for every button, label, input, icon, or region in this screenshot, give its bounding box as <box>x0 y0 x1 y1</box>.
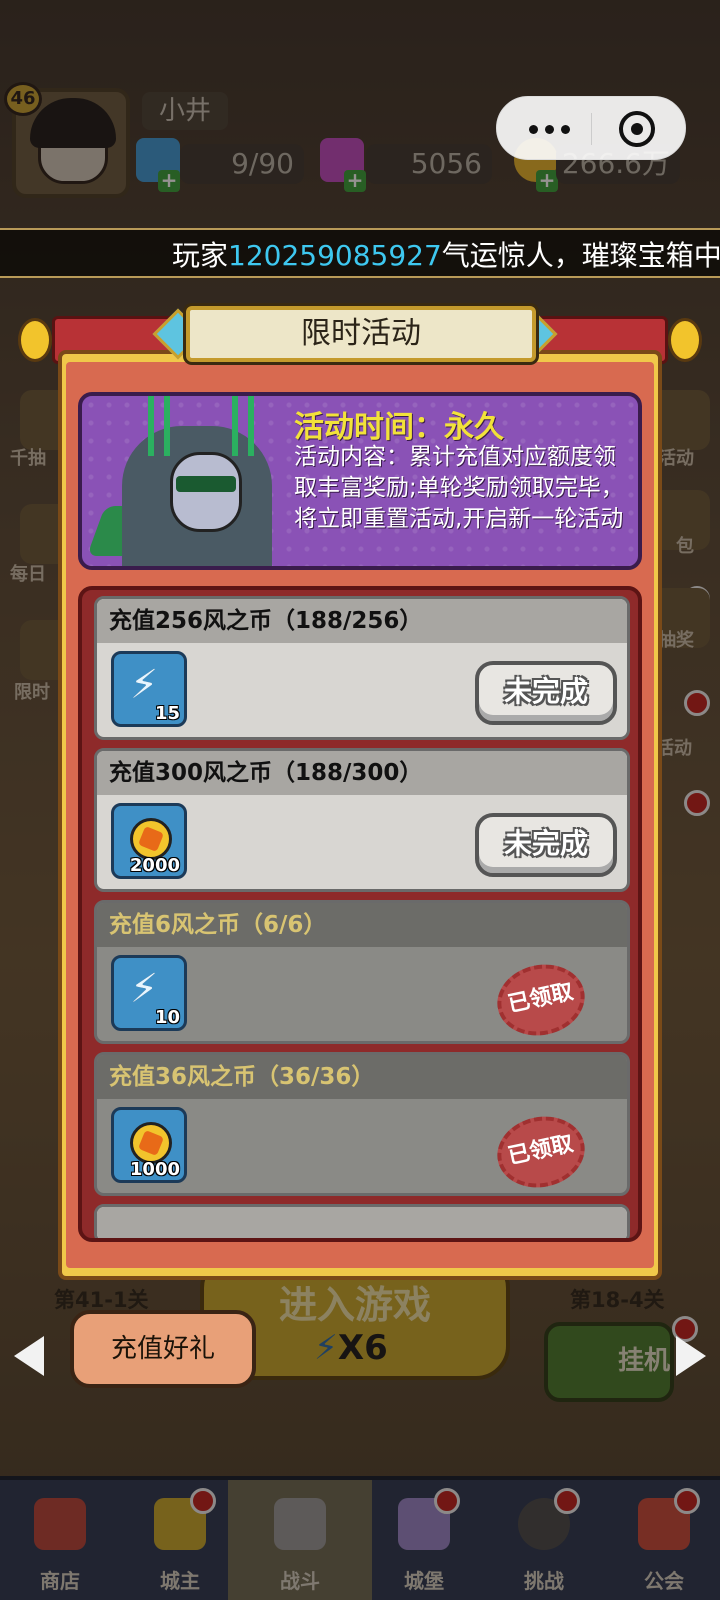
status-incomplete-button[interactable]: 未完成 <box>475 813 617 877</box>
modal-title: 限时活动 <box>186 306 536 362</box>
claimed-stamp: 已领取 <box>490 1108 592 1193</box>
task-title: 充值36风之币（36/36） <box>109 1064 375 1090</box>
close-miniprogram-icon[interactable] <box>619 111 655 147</box>
arrow-right-icon[interactable] <box>676 1336 706 1376</box>
capsule-divider <box>591 113 592 145</box>
hero-mask <box>176 476 236 492</box>
hero-face <box>170 452 242 532</box>
task-row: 充值36风之币（36/36） 1000 已领取 <box>94 1052 630 1196</box>
reward-slot[interactable]: 2000 <box>111 803 187 879</box>
task-header <box>97 1207 627 1238</box>
marquee-prefix: 玩家 <box>172 239 229 272</box>
reward-slot[interactable]: ⚡ 10 <box>111 955 187 1031</box>
reward-count: 1000 <box>129 1159 180 1180</box>
task-title: 充值300风之币（188/300） <box>109 760 423 786</box>
energy-bolt-icon: ⚡ <box>130 662 159 708</box>
task-row-partial <box>94 1204 630 1238</box>
task-row: 充值300风之币（188/300） 2000 未完成 <box>94 748 630 892</box>
more-options-icon[interactable] <box>523 115 579 143</box>
announcement-marquee: 玩家120259085927气运惊人，璀璨宝箱中 <box>0 228 720 278</box>
marquee-player-id: 120259085927 <box>228 239 442 272</box>
modal-left-ornament <box>18 318 52 362</box>
task-title: 充值6风之币（6/6） <box>109 912 327 938</box>
reward-slot[interactable]: ⚡ 15 <box>111 651 187 727</box>
claimed-stamp: 已领取 <box>490 956 592 1041</box>
recharge-gift-button[interactable]: 充值好礼 <box>70 1310 256 1388</box>
modal-right-ornament <box>668 318 702 362</box>
task-title: 充值256风之币（188/256） <box>109 608 423 634</box>
reward-count: 10 <box>154 1007 180 1028</box>
energy-bolt-icon: ⚡ <box>130 966 159 1012</box>
gold-coin-icon <box>130 1122 172 1164</box>
task-row: 充值6风之币（6/6） ⚡ 10 已领取 <box>94 900 630 1044</box>
reward-count: 15 <box>154 703 180 724</box>
hero-horn <box>148 396 170 456</box>
event-banner: 活动时间：永久 活动内容：累计充值对应额度领取丰富奖励;单轮奖励领取完毕，将立即… <box>78 392 642 570</box>
status-incomplete-button[interactable]: 未完成 <box>475 661 617 725</box>
reward-slot[interactable]: 1000 <box>111 1107 187 1183</box>
task-list[interactable]: 充值256风之币（188/256） ⚡ 15 未完成 充值300风之币（188/… <box>78 586 642 1242</box>
reward-count: 2000 <box>129 855 180 876</box>
arrow-left-icon[interactable] <box>14 1336 44 1376</box>
marquee-suffix: 气运惊人，璀璨宝箱中 <box>441 239 720 272</box>
miniprogram-capsule <box>496 96 686 160</box>
hero-horn <box>232 396 254 456</box>
task-row: 充值256风之币（188/256） ⚡ 15 未完成 <box>94 596 630 740</box>
gold-coin-icon <box>130 818 172 860</box>
event-time: 活动时间：永久 <box>294 410 504 445</box>
marquee-text: 玩家120259085927气运惊人，璀璨宝箱中 <box>172 234 720 274</box>
event-description: 活动内容：累计充值对应额度领取丰富奖励;单轮奖励领取完毕，将立即重置活动,开启新… <box>294 444 624 532</box>
